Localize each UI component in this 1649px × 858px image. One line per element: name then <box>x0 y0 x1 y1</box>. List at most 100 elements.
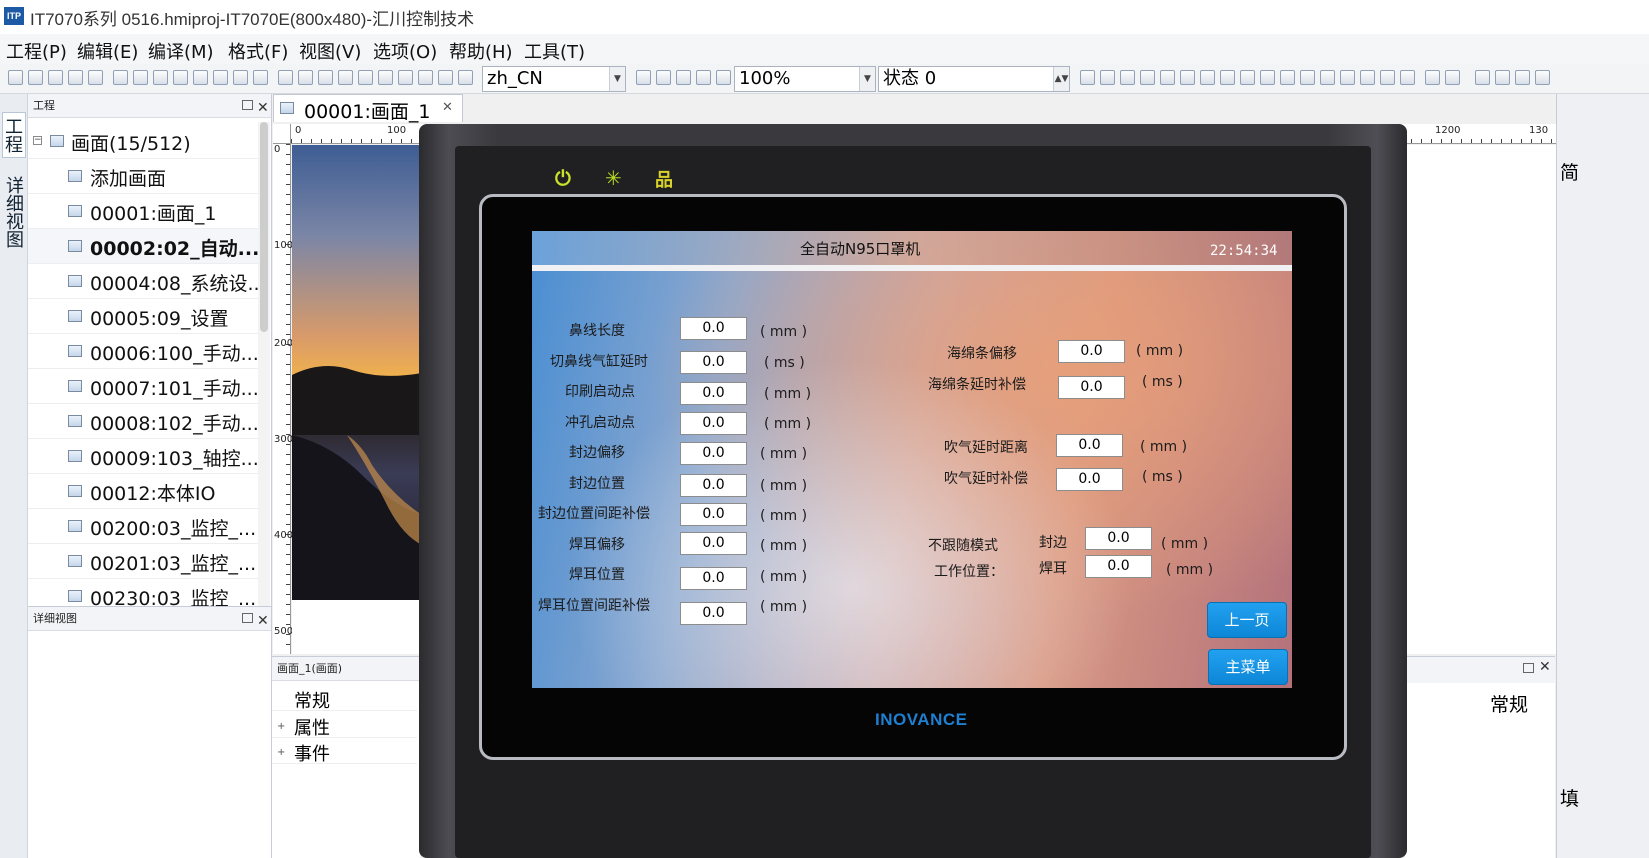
rotate-right-icon[interactable] <box>1320 70 1335 85</box>
hmi-screen[interactable]: 全自动N95口罩机 22:54:34 鼻线长度 0.0 ( mm ) 切鼻线气缸… <box>532 231 1292 688</box>
tree-item-screen[interactable]: 00200:03_监控_... <box>28 509 260 544</box>
close-icon[interactable]: ✕ <box>1539 659 1551 675</box>
menu-options[interactable]: 选项(O) <box>373 38 437 64</box>
tree-item-screen[interactable]: 00009:103_轴控... <box>28 439 260 474</box>
menu-format[interactable]: 格式(F) <box>228 38 288 64</box>
param-input[interactable]: 0.0 <box>680 317 747 340</box>
unlock-icon[interactable] <box>1445 70 1460 85</box>
tab-project[interactable]: 工程 <box>2 112 26 158</box>
param-input[interactable]: 0.0 <box>680 503 747 526</box>
lock-icon[interactable] <box>1425 70 1440 85</box>
flip-vertical-icon[interactable] <box>1360 70 1375 85</box>
tab-screen-1[interactable]: 00001:画面_1 ✕ <box>273 94 463 123</box>
tree-item-screen[interactable]: 00001:画面_1 <box>28 194 260 229</box>
rotate-left-icon[interactable] <box>1300 70 1315 85</box>
param-input[interactable]: 0.0 <box>1085 555 1152 578</box>
align-top-icon[interactable] <box>1140 70 1155 85</box>
chevron-down-icon[interactable]: ▼ <box>609 67 625 91</box>
props-row-attributes[interactable]: + 属性 <box>272 712 417 739</box>
same-width-icon[interactable] <box>1240 70 1255 85</box>
same-height-icon[interactable] <box>1260 70 1275 85</box>
grid-icon[interactable] <box>656 70 671 85</box>
expand-icon[interactable]: + <box>277 747 285 758</box>
param-input[interactable]: 0.0 <box>1056 468 1123 491</box>
close-project-icon[interactable] <box>48 70 63 85</box>
send-back-icon[interactable] <box>1495 70 1510 85</box>
open-folder-icon[interactable] <box>28 70 43 85</box>
tree-item-screen[interactable]: 00008:102_手动... <box>28 404 260 439</box>
tree-item-screen[interactable]: 00004:08_系统设... <box>28 264 266 299</box>
copy-icon[interactable] <box>173 70 188 85</box>
bring-forward-icon[interactable] <box>1515 70 1530 85</box>
tree-item-screen[interactable]: 00201:03_监控_... <box>28 544 260 579</box>
stepper-arrows-icon[interactable]: ▲▼ <box>1053 67 1069 91</box>
tree-item-screen[interactable]: 00012:本体IO <box>28 474 260 509</box>
menu-tools[interactable]: 工具(T) <box>524 38 585 64</box>
distribute-horizontal-icon[interactable] <box>1200 70 1215 85</box>
menu-edit[interactable]: 编辑(E) <box>77 38 138 64</box>
align-right-icon[interactable] <box>1120 70 1135 85</box>
undo-icon[interactable] <box>113 70 128 85</box>
transfer-icon[interactable] <box>418 70 433 85</box>
close-icon[interactable]: ✕ <box>442 100 453 115</box>
tree-item-screen[interactable]: 00007:101_手动... <box>28 369 260 404</box>
align-center-icon[interactable] <box>1100 70 1115 85</box>
menu-view[interactable]: 视图(V) <box>299 38 361 64</box>
close-icon[interactable]: ✕ <box>257 609 269 633</box>
param-input[interactable]: 0.0 <box>1056 434 1123 457</box>
flip-horizontal-icon[interactable] <box>1340 70 1355 85</box>
state-stepper[interactable]: 状态 0 ▲▼ <box>878 66 1070 92</box>
align-left-icon[interactable] <box>1080 70 1095 85</box>
redo-icon[interactable] <box>133 70 148 85</box>
bring-front-icon[interactable] <box>1475 70 1490 85</box>
compile-icon[interactable] <box>278 70 293 85</box>
tree-item-add-screen[interactable]: 添加画面 <box>28 159 260 194</box>
transfer-settings-icon[interactable] <box>458 70 473 85</box>
float-window-icon[interactable] <box>1523 663 1534 673</box>
tree-item-screen[interactable]: 00006:100_手动... <box>28 334 260 369</box>
online-simulate-icon[interactable] <box>318 70 333 85</box>
param-input[interactable]: 0.0 <box>680 412 747 435</box>
zoom-in-icon[interactable] <box>696 70 711 85</box>
distribute-vertical-icon[interactable] <box>1220 70 1235 85</box>
chevron-down-icon[interactable]: ▼ <box>859 67 875 91</box>
same-size-icon[interactable] <box>1280 70 1295 85</box>
param-input[interactable]: 0.0 <box>680 532 747 555</box>
transfer-all-icon[interactable] <box>438 70 453 85</box>
tree-root[interactable]: − 画面(15/512) <box>28 124 260 159</box>
bicycle-icon[interactable] <box>636 70 651 85</box>
param-input[interactable]: 0.0 <box>1058 376 1125 399</box>
zoom-out-icon[interactable] <box>716 70 731 85</box>
delete-icon[interactable] <box>213 70 228 85</box>
zoom-select[interactable]: 100% ▼ <box>734 66 876 92</box>
menu-project[interactable]: 工程(P) <box>6 38 67 64</box>
tab-simple[interactable]: 简 <box>1560 158 1579 185</box>
prev-page-button[interactable]: 上一页 <box>1207 602 1287 638</box>
props-row-general[interactable]: 常规 <box>272 685 417 712</box>
ungroup-icon[interactable] <box>1400 70 1415 85</box>
close-icon[interactable]: ✕ <box>257 96 269 120</box>
network-icon[interactable] <box>398 70 413 85</box>
language-select[interactable]: zh_CN ▼ <box>482 66 626 92</box>
tab-fill[interactable]: 填 <box>1560 784 1579 811</box>
offline-simulate-icon[interactable] <box>298 70 313 85</box>
find-icon[interactable] <box>253 70 268 85</box>
collapse-icon[interactable]: − <box>33 136 42 145</box>
upload-icon[interactable] <box>358 70 373 85</box>
menu-compile[interactable]: 编译(M) <box>148 38 214 64</box>
background-image[interactable] <box>292 145 422 600</box>
main-menu-button[interactable]: 主菜单 <box>1208 649 1288 685</box>
param-input[interactable]: 0.0 <box>680 567 747 590</box>
tree-item-screen[interactable]: 00230:03_监控_... <box>28 579 260 606</box>
snap-icon[interactable] <box>676 70 691 85</box>
expand-icon[interactable]: + <box>277 721 285 732</box>
param-input[interactable]: 0.0 <box>680 602 747 625</box>
param-input[interactable]: 0.0 <box>1085 527 1152 550</box>
param-input[interactable]: 0.0 <box>680 442 747 465</box>
param-input[interactable]: 0.0 <box>680 382 747 405</box>
tree-item-screen-selected[interactable]: 00002:02_自动... <box>28 229 260 264</box>
group-icon[interactable] <box>1380 70 1395 85</box>
download-icon[interactable] <box>338 70 353 85</box>
paste-icon[interactable] <box>193 70 208 85</box>
tab-detail-view[interactable]: 详细视图 <box>2 172 26 252</box>
